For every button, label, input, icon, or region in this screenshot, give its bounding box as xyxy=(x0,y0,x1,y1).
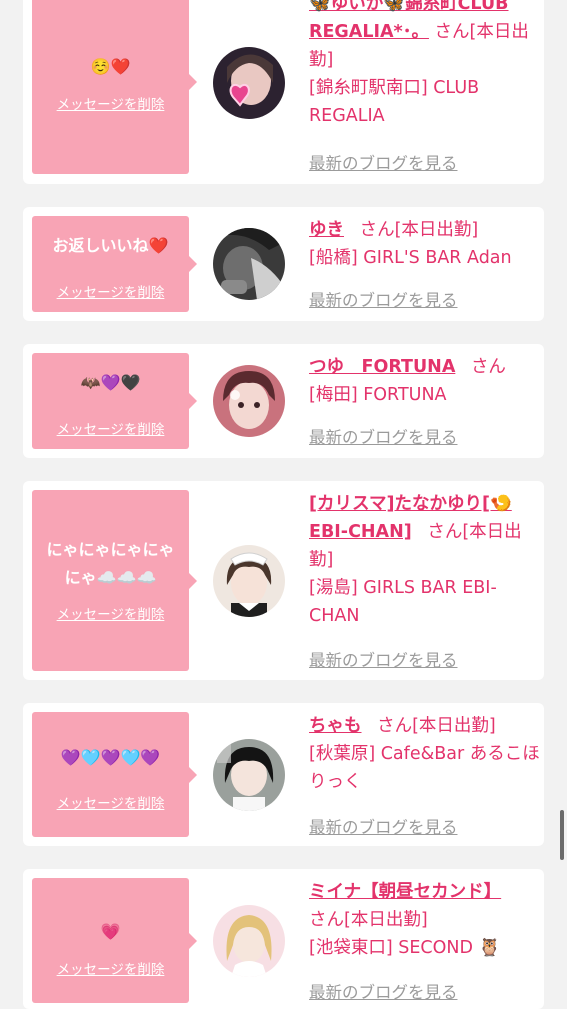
message-bubble: お返しいいね❤️ メッセージを削除 xyxy=(32,216,197,312)
message-bubble: 🦇💜🖤 メッセージを削除 xyxy=(32,353,197,449)
cast-name-link[interactable]: つゆ FORTUNA xyxy=(309,357,455,377)
avatar[interactable] xyxy=(213,905,285,977)
avatar[interactable] xyxy=(213,228,285,300)
message-text: にゃにゃにゃにゃにゃ☁️☁️☁️ xyxy=(46,540,175,587)
delete-message-link[interactable]: メッセージを削除 xyxy=(32,603,189,623)
scrollbar[interactable] xyxy=(560,810,564,860)
cast-info: つゆ FORTUNA さん [梅田] FORTUNA xyxy=(309,353,541,409)
delete-message-link[interactable]: メッセージを削除 xyxy=(32,418,189,438)
cast-status: さん[本日出勤] xyxy=(377,716,496,736)
shop-name: [池袋東口] SECOND 🦉 xyxy=(309,938,501,958)
delete-message-link[interactable]: メッセージを削除 xyxy=(32,958,189,978)
cast-info: ちゃも さん[本日出勤] [秋葉原] Cafe&Bar あるこほりっく xyxy=(309,712,541,796)
message-text: 🦇💜🖤 xyxy=(80,373,141,392)
latest-blog-link[interactable]: 最新のブログを見る xyxy=(309,424,458,448)
shop-name: [錦糸町駅南口] CLUB REGALIA xyxy=(309,78,480,126)
cast-info: ミイナ【朝昼セカンド】 さん[本日出勤] [池袋東口] SECOND 🦉 xyxy=(309,878,541,962)
blonde-girl-avatar-icon xyxy=(213,905,285,977)
shop-name: [船橋] GIRL'S BAR Adan xyxy=(309,248,512,268)
latest-blog-link[interactable]: 最新のブログを見る xyxy=(309,979,458,1003)
shop-name: [湯島] GIRLS BAR EBI-CHAN xyxy=(309,578,497,626)
cast-status: さん[本日出勤] xyxy=(309,910,428,930)
delete-message-link[interactable]: メッセージを削除 xyxy=(32,792,189,812)
girl-portrait-avatar-icon xyxy=(213,365,285,437)
shop-name: [梅田] FORTUNA xyxy=(309,385,447,405)
message-card: 💜🩵💜🩵💜 メッセージを削除 ちゃも さん[本日出勤] [秋葉原] Cafe&B… xyxy=(23,703,544,846)
cast-status: さん xyxy=(470,357,506,377)
message-card: ☺️❤️ メッセージを削除 🦋ゆいか🦋錦糸町CLUB REGALIA*･。 さん… xyxy=(23,0,544,184)
avatar[interactable] xyxy=(213,47,285,119)
latest-blog-link[interactable]: 最新のブログを見る xyxy=(309,647,458,671)
message-text: 💗 xyxy=(100,922,121,941)
cast-name-link[interactable]: ミイナ【朝昼セカンド】 xyxy=(309,882,501,902)
message-card: 🦇💜🖤 メッセージを削除 つゆ FORTUNA さん [梅田] FORTUNA … xyxy=(23,344,544,458)
message-card: お返しいいね❤️ メッセージを削除 ゆき さん[本日出勤] [船橋] GIRL'… xyxy=(23,207,544,321)
message-text: 💜🩵💜🩵💜 xyxy=(60,748,161,767)
girl-with-heart-avatar-icon xyxy=(213,47,285,119)
latest-blog-link[interactable]: 最新のブログを見る xyxy=(309,814,458,838)
girl-selfie-avatar-icon xyxy=(213,739,285,811)
message-bubble: ☺️❤️ メッセージを削除 xyxy=(32,0,197,174)
message-card: 💗 メッセージを削除 ミイナ【朝昼セカンド】 さん[本日出勤] [池袋東口] S… xyxy=(23,869,544,1009)
cast-info: 🦋ゆいか🦋錦糸町CLUB REGALIA*･。 さん[本日出勤] [錦糸町駅南口… xyxy=(309,0,541,130)
cast-name-link[interactable]: ちゃも xyxy=(309,716,362,736)
avatar[interactable] xyxy=(213,739,285,811)
message-card: にゃにゃにゃにゃにゃ☁️☁️☁️ メッセージを削除 [カリスマ]たなかゆり[🍤E… xyxy=(23,481,544,680)
shop-name: [秋葉原] Cafe&Bar あるこほりっく xyxy=(309,744,540,792)
message-text: お返しいいね❤️ xyxy=(52,236,169,255)
message-bubble: 💗 メッセージを削除 xyxy=(32,878,197,1003)
cast-info: ゆき さん[本日出勤] [船橋] GIRL'S BAR Adan xyxy=(309,216,541,272)
latest-blog-link[interactable]: 最新のブログを見る xyxy=(309,287,458,311)
maid-costume-avatar-icon xyxy=(213,545,285,617)
delete-message-link[interactable]: メッセージを削除 xyxy=(32,93,189,113)
message-text: ☺️❤️ xyxy=(90,57,131,76)
avatar[interactable] xyxy=(213,545,285,617)
dark-photo-avatar-icon xyxy=(213,228,285,300)
cast-name-link[interactable]: ゆき xyxy=(309,220,344,240)
delete-message-link[interactable]: メッセージを削除 xyxy=(32,281,189,301)
avatar[interactable] xyxy=(213,365,285,437)
message-bubble: にゃにゃにゃにゃにゃ☁️☁️☁️ メッセージを削除 xyxy=(32,490,197,671)
message-bubble: 💜🩵💜🩵💜 メッセージを削除 xyxy=(32,712,197,837)
cast-info: [カリスマ]たなかゆり[🍤EBI-CHAN] さん[本日出勤] [湯島] GIR… xyxy=(309,490,541,630)
latest-blog-link[interactable]: 最新のブログを見る xyxy=(309,150,458,174)
cast-status: さん[本日出勤] xyxy=(359,220,479,240)
